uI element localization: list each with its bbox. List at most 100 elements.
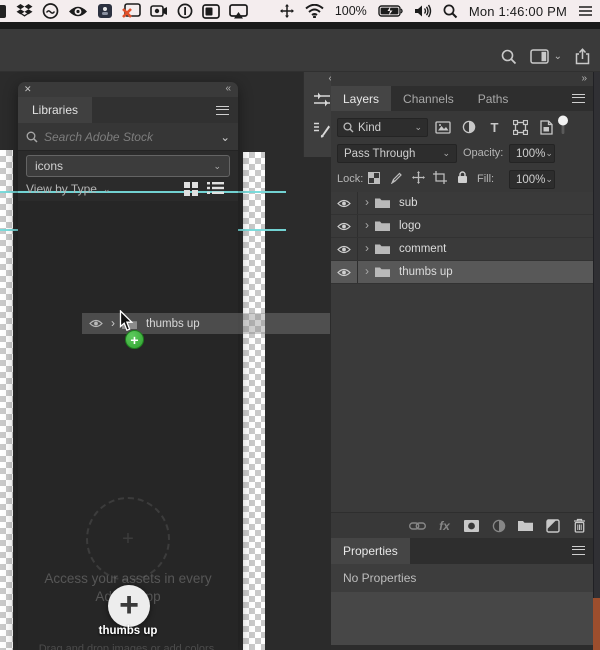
tab-libraries[interactable]: Libraries: [18, 97, 93, 123]
filter-smart-objects-icon[interactable]: [538, 118, 555, 136]
layer-name[interactable]: sub: [399, 197, 418, 209]
filter-pixel-layers-icon[interactable]: [434, 118, 451, 136]
expand-group-chevron-icon[interactable]: ›: [365, 241, 369, 255]
empty-state-heading-line1: Access your assets in every: [44, 571, 212, 586]
filter-shape-layers-icon[interactable]: [512, 118, 529, 136]
lock-label: Lock:: [337, 173, 364, 185]
lock-all-icon[interactable]: [455, 170, 469, 185]
new-group-icon[interactable]: [517, 518, 534, 534]
collapse-panels-icon[interactable]: »: [581, 73, 587, 84]
layer-visibility-toggle[interactable]: [331, 215, 358, 237]
photoshop-options-bar: ⌄: [0, 29, 600, 72]
creative-cloud-icon[interactable]: [42, 2, 59, 20]
layer-visibility-toggle[interactable]: [331, 261, 358, 283]
copy-plus-badge: +: [125, 330, 144, 349]
properties-bottom-edge: [331, 645, 593, 650]
opacity-dropdown[interactable]: 100% ⌄: [509, 144, 555, 163]
dropbox-icon[interactable]: [16, 2, 33, 20]
nvidia-eye-icon[interactable]: [68, 2, 88, 20]
fill-value: 100%: [516, 173, 546, 186]
view-by-type-dropdown[interactable]: View by Type ⌄: [26, 182, 110, 196]
chevron-down-icon[interactable]: ⌄: [220, 130, 230, 144]
lock-artboard-icon[interactable]: [433, 170, 447, 185]
layer-name[interactable]: comment: [399, 243, 446, 255]
filter-kind-dropdown[interactable]: Kind ⌄: [337, 118, 428, 137]
volume-icon[interactable]: [414, 2, 432, 20]
tab-properties[interactable]: Properties: [331, 538, 410, 564]
layer-row[interactable]: › logo: [331, 215, 593, 238]
new-adjustment-layer-icon[interactable]: [490, 518, 507, 534]
layer-effects-icon[interactable]: fx: [436, 518, 453, 534]
desktop-sliver: [593, 72, 600, 650]
layer-row[interactable]: › sub: [331, 192, 593, 215]
workspace: « » Layers Channels Paths Kind ⌄: [0, 72, 600, 650]
lock-position-icon[interactable]: [411, 170, 425, 185]
chevron-down-icon: ⌄: [414, 122, 422, 132]
link-layers-icon[interactable]: [409, 518, 426, 534]
blend-mode-dropdown[interactable]: Pass Through ⌄: [337, 144, 457, 163]
close-icon[interactable]: ✕: [24, 84, 32, 95]
filter-adjustment-layers-icon[interactable]: [460, 118, 477, 136]
chevron-down-icon: ⌄: [102, 183, 111, 194]
tab-channels[interactable]: Channels: [391, 86, 466, 111]
layer-name[interactable]: logo: [399, 220, 421, 232]
libraries-panel-menu-icon[interactable]: [216, 106, 229, 115]
group-folder-icon: [374, 220, 391, 232]
filter-type-layers-icon[interactable]: T: [486, 118, 503, 136]
brush-settings-panel-icon[interactable]: [311, 89, 333, 111]
properties-tab-bar: Properties: [331, 538, 593, 564]
video-camera-icon[interactable]: [150, 2, 168, 20]
canvas-transparency-left: [0, 150, 13, 650]
window-error-icon[interactable]: [122, 2, 141, 20]
eye-icon: [337, 199, 351, 207]
fill-dropdown[interactable]: 100% ⌄: [509, 170, 555, 189]
layers-panel-menu-icon[interactable]: [572, 94, 585, 103]
battery-charging-icon[interactable]: [378, 2, 403, 20]
no-properties-text: No Properties: [343, 571, 417, 585]
collapse-icon[interactable]: «: [225, 83, 231, 94]
chevron-down-icon: ⌄: [213, 160, 221, 171]
window-manager-icon[interactable]: [202, 2, 220, 20]
library-search-input[interactable]: [44, 129, 215, 144]
search-icon[interactable]: [501, 49, 517, 65]
layer-visibility-toggle[interactable]: [331, 192, 358, 214]
blend-mode-value: Pass Through: [344, 147, 416, 160]
chevron-down-icon[interactable]: ⌄: [554, 51, 562, 62]
list-view-icon[interactable]: [207, 181, 224, 197]
eye-icon: [337, 268, 351, 276]
lock-pixels-icon[interactable]: [389, 170, 403, 185]
notification-center-icon[interactable]: [578, 2, 593, 20]
delete-layer-icon[interactable]: [571, 518, 588, 534]
window-chrome-strip: [0, 22, 600, 29]
expand-group-chevron-icon[interactable]: ›: [365, 264, 369, 278]
lock-transparency-icon[interactable]: [367, 170, 381, 185]
new-layer-icon[interactable]: [544, 518, 561, 534]
airplay-display-icon[interactable]: [229, 2, 248, 20]
properties-panel-menu-icon[interactable]: [572, 546, 585, 555]
layer-row[interactable]: › comment: [331, 238, 593, 261]
layer-visibility-toggle[interactable]: [331, 238, 358, 260]
circled-one-icon[interactable]: [177, 2, 193, 20]
layer-row[interactable]: › thumbs up: [331, 261, 593, 284]
tab-paths[interactable]: Paths: [466, 86, 521, 111]
workspace-switcher-icon[interactable]: [529, 49, 549, 64]
add-layer-mask-icon[interactable]: [463, 518, 480, 534]
share-icon[interactable]: [575, 48, 590, 65]
spotlight-search-icon[interactable]: [443, 2, 458, 20]
expand-group-chevron-icon[interactable]: ›: [365, 218, 369, 232]
brush-presets-panel-icon[interactable]: [311, 118, 333, 140]
expand-group-chevron-icon[interactable]: ›: [365, 195, 369, 209]
opacity-label: Opacity:: [463, 147, 504, 159]
menu-bar-clock[interactable]: Mon 1:46:00 PM: [469, 4, 567, 19]
library-select-dropdown[interactable]: icons ⌄: [26, 155, 230, 177]
chevron-right-icon: ›: [111, 315, 115, 330]
move-crosshair-icon[interactable]: [279, 2, 294, 20]
cropped-app-icon[interactable]: [0, 2, 7, 20]
tab-layers[interactable]: Layers: [331, 86, 392, 111]
grid-view-icon[interactable]: [183, 181, 199, 197]
fill-label: Fill:: [477, 173, 495, 185]
wifi-icon[interactable]: [305, 2, 324, 20]
filter-toggle-pin-icon[interactable]: [557, 115, 569, 136]
cube-app-icon[interactable]: [97, 2, 113, 20]
layer-name[interactable]: thumbs up: [399, 266, 453, 278]
